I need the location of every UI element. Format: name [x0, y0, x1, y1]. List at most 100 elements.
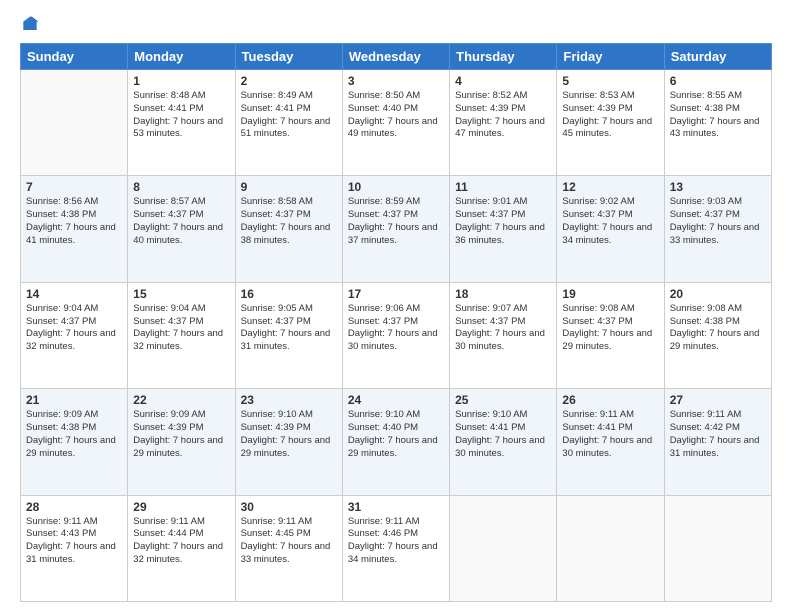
- day-number: 15: [133, 287, 229, 301]
- week-row-4: 21 Sunrise: 9:09 AMSunset: 4:38 PMDayligh…: [21, 389, 772, 495]
- day-info: Sunrise: 9:11 AMSunset: 4:43 PMDaylight:…: [26, 516, 122, 567]
- weekday-header-tuesday: Tuesday: [235, 44, 342, 70]
- day-info: Sunrise: 8:56 AMSunset: 4:38 PMDaylight:…: [26, 196, 122, 247]
- day-cell: 18Sunrise: 9:07 AMSunset: 4:37 PMDayligh…: [450, 282, 557, 388]
- day-info: Sunrise: 9:11 AMSunset: 4:42 PMDaylight:…: [670, 409, 766, 460]
- day-number: 24: [348, 393, 444, 407]
- day-info: Sunrise: 9:09 AMSunset: 4:38 PMDaylight:…: [26, 409, 122, 460]
- weekday-header-thursday: Thursday: [450, 44, 557, 70]
- day-cell: [664, 495, 771, 601]
- day-cell: 28 Sunrise: 9:11 AMSunset: 4:43 PMDayligh…: [21, 495, 128, 601]
- day-cell: 26 Sunrise: 9:11 AMSunset: 4:41 PMDayligh…: [557, 389, 664, 495]
- day-cell: 4 Sunrise: 8:52 AMSunset: 4:39 PMDaylight…: [450, 70, 557, 176]
- day-info: Sunrise: 9:11 AMSunset: 4:41 PMDaylight:…: [562, 409, 658, 460]
- day-cell: [21, 70, 128, 176]
- day-number: 5: [562, 74, 658, 88]
- day-number: 22: [133, 393, 229, 407]
- day-number: 4: [455, 74, 551, 88]
- day-cell: 10 Sunrise: 8:59 AMSunset: 4:37 PMDayligh…: [342, 176, 449, 282]
- week-row-2: 7 Sunrise: 8:56 AMSunset: 4:38 PMDaylight…: [21, 176, 772, 282]
- day-info: Sunrise: 9:01 AMSunset: 4:37 PMDaylight:…: [455, 196, 551, 247]
- day-number: 13: [670, 180, 766, 194]
- calendar-table: SundayMondayTuesdayWednesdayThursdayFrid…: [20, 43, 772, 602]
- day-info: Sunrise: 8:57 AMSunset: 4:37 PMDaylight:…: [133, 196, 229, 247]
- day-number: 27: [670, 393, 766, 407]
- day-info: Sunrise: 9:10 AMSunset: 4:41 PMDaylight:…: [455, 409, 551, 460]
- day-info: Sunrise: 9:08 AMSunset: 4:38 PMDaylight:…: [670, 303, 766, 354]
- day-number: 3: [348, 74, 444, 88]
- day-number: 19: [562, 287, 658, 301]
- day-number: 28: [26, 500, 122, 514]
- day-number: 21: [26, 393, 122, 407]
- logo-icon: [20, 15, 40, 35]
- day-cell: 5Sunrise: 8:53 AMSunset: 4:39 PMDaylight…: [557, 70, 664, 176]
- day-info: Sunrise: 9:03 AMSunset: 4:37 PMDaylight:…: [670, 196, 766, 247]
- day-info: Sunrise: 8:59 AMSunset: 4:37 PMDaylight:…: [348, 196, 444, 247]
- day-cell: 3 Sunrise: 8:50 AMSunset: 4:40 PMDaylight…: [342, 70, 449, 176]
- day-number: 17: [348, 287, 444, 301]
- day-cell: 22 Sunrise: 9:09 AMSunset: 4:39 PMDayligh…: [128, 389, 235, 495]
- day-number: 8: [133, 180, 229, 194]
- day-cell: 21 Sunrise: 9:09 AMSunset: 4:38 PMDayligh…: [21, 389, 128, 495]
- day-cell: 16 Sunrise: 9:05 AMSunset: 4:37 PMDayligh…: [235, 282, 342, 388]
- day-cell: 29 Sunrise: 9:11 AMSunset: 4:44 PMDayligh…: [128, 495, 235, 601]
- day-number: 6: [670, 74, 766, 88]
- day-info: Sunrise: 8:49 AMSunset: 4:41 PMDaylight:…: [241, 90, 337, 141]
- day-info: Sunrise: 8:55 AMSunset: 4:38 PMDaylight:…: [670, 90, 766, 141]
- day-cell: 7 Sunrise: 8:56 AMSunset: 4:38 PMDaylight…: [21, 176, 128, 282]
- day-info: Sunrise: 9:11 AMSunset: 4:45 PMDaylight:…: [241, 516, 337, 567]
- day-info: Sunrise: 9:04 AMSunset: 4:37 PMDaylight:…: [133, 303, 229, 354]
- day-info: Sunrise: 8:52 AMSunset: 4:39 PMDaylight:…: [455, 90, 551, 141]
- day-cell: 17Sunrise: 9:06 AMSunset: 4:37 PMDayligh…: [342, 282, 449, 388]
- weekday-header-row: SundayMondayTuesdayWednesdayThursdayFrid…: [21, 44, 772, 70]
- day-info: Sunrise: 9:04 AMSunset: 4:37 PMDaylight:…: [26, 303, 122, 354]
- day-cell: 1Sunrise: 8:48 AMSunset: 4:41 PMDaylight…: [128, 70, 235, 176]
- day-cell: 23 Sunrise: 9:10 AMSunset: 4:39 PMDayligh…: [235, 389, 342, 495]
- day-cell: 13 Sunrise: 9:03 AMSunset: 4:37 PMDayligh…: [664, 176, 771, 282]
- weekday-header-sunday: Sunday: [21, 44, 128, 70]
- day-cell: 24 Sunrise: 9:10 AMSunset: 4:40 PMDayligh…: [342, 389, 449, 495]
- day-cell: 19 Sunrise: 9:08 AMSunset: 4:37 PMDayligh…: [557, 282, 664, 388]
- weekday-header-monday: Monday: [128, 44, 235, 70]
- day-cell: 6 Sunrise: 8:55 AMSunset: 4:38 PMDaylight…: [664, 70, 771, 176]
- day-number: 2: [241, 74, 337, 88]
- day-info: Sunrise: 9:10 AMSunset: 4:39 PMDaylight:…: [241, 409, 337, 460]
- day-number: 31: [348, 500, 444, 514]
- day-cell: 9 Sunrise: 8:58 AMSunset: 4:37 PMDaylight…: [235, 176, 342, 282]
- day-info: Sunrise: 9:05 AMSunset: 4:37 PMDaylight:…: [241, 303, 337, 354]
- day-number: 11: [455, 180, 551, 194]
- day-number: 23: [241, 393, 337, 407]
- day-cell: 2 Sunrise: 8:49 AMSunset: 4:41 PMDaylight…: [235, 70, 342, 176]
- day-info: Sunrise: 9:11 AMSunset: 4:44 PMDaylight:…: [133, 516, 229, 567]
- day-cell: 8 Sunrise: 8:57 AMSunset: 4:37 PMDaylight…: [128, 176, 235, 282]
- day-number: 25: [455, 393, 551, 407]
- day-number: 1: [133, 74, 229, 88]
- day-info: Sunrise: 8:58 AMSunset: 4:37 PMDaylight:…: [241, 196, 337, 247]
- day-cell: 15 Sunrise: 9:04 AMSunset: 4:37 PMDayligh…: [128, 282, 235, 388]
- day-number: 14: [26, 287, 122, 301]
- day-number: 9: [241, 180, 337, 194]
- day-cell: 30Sunrise: 9:11 AMSunset: 4:45 PMDayligh…: [235, 495, 342, 601]
- day-cell: 20 Sunrise: 9:08 AMSunset: 4:38 PMDayligh…: [664, 282, 771, 388]
- day-number: 20: [670, 287, 766, 301]
- day-info: Sunrise: 8:50 AMSunset: 4:40 PMDaylight:…: [348, 90, 444, 141]
- day-info: Sunrise: 9:11 AMSunset: 4:46 PMDaylight:…: [348, 516, 444, 567]
- day-number: 7: [26, 180, 122, 194]
- day-cell: 12Sunrise: 9:02 AMSunset: 4:37 PMDayligh…: [557, 176, 664, 282]
- day-info: Sunrise: 9:09 AMSunset: 4:39 PMDaylight:…: [133, 409, 229, 460]
- week-row-5: 28 Sunrise: 9:11 AMSunset: 4:43 PMDayligh…: [21, 495, 772, 601]
- week-row-3: 14 Sunrise: 9:04 AMSunset: 4:37 PMDayligh…: [21, 282, 772, 388]
- weekday-header-wednesday: Wednesday: [342, 44, 449, 70]
- day-number: 29: [133, 500, 229, 514]
- day-info: Sunrise: 9:10 AMSunset: 4:40 PMDaylight:…: [348, 409, 444, 460]
- day-cell: 31 Sunrise: 9:11 AMSunset: 4:46 PMDayligh…: [342, 495, 449, 601]
- day-cell: [450, 495, 557, 601]
- day-cell: 25 Sunrise: 9:10 AMSunset: 4:41 PMDayligh…: [450, 389, 557, 495]
- day-number: 26: [562, 393, 658, 407]
- day-number: 16: [241, 287, 337, 301]
- day-info: Sunrise: 9:08 AMSunset: 4:37 PMDaylight:…: [562, 303, 658, 354]
- day-info: Sunrise: 9:07 AMSunset: 4:37 PMDaylight:…: [455, 303, 551, 354]
- day-number: 10: [348, 180, 444, 194]
- day-cell: 14 Sunrise: 9:04 AMSunset: 4:37 PMDayligh…: [21, 282, 128, 388]
- logo: [20, 15, 42, 35]
